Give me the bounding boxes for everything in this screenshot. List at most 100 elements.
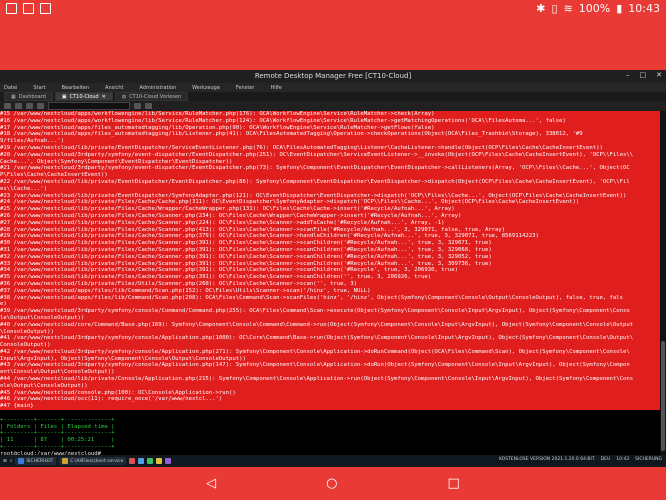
dashboard-icon: ▦ [11,93,16,100]
app-icon[interactable] [147,458,154,464]
terminal-line: #46 /var/www/nextcloud/occ(11): require_… [0,396,660,404]
vibrate-icon: ▯ [551,2,558,15]
terminal-line: #16 /var/www/nextcloud/apps/workflowengi… [0,117,660,125]
terminal-line: e) [0,301,660,309]
terminal-line: #15 /var/www/nextcloud/apps/workflowengi… [0,111,660,118]
terminal-line: #28 /var/www/nextcloud/lib/private/Files… [0,226,660,234]
terminal-line: #43 /var/www/nextcloud/3rdparty/symfony/… [0,362,660,370]
window-title-bar: Remote Desktop Manager Free [CT10-Cloud]… [0,70,666,83]
terminal-line: +---------+-------+--------------+ [0,430,115,437]
terminal-line: #20 /var/www/nextcloud/3rdparty/symfony/… [0,151,660,159]
taskbar-tray: KOSTENLOSE VERSION 2021.1.20.0 64-BIT DE… [499,457,662,462]
terminal-line: #32 /var/www/nextcloud/lib/private/Files… [0,253,660,261]
app-icon[interactable] [138,458,145,464]
back-icon[interactable]: ◁ [206,476,216,491]
maximize-icon[interactable]: □ [640,71,647,79]
terminal-line: #21 /var/www/nextcloud/3rdparty/symfony/… [0,165,660,173]
toolbar-button[interactable] [145,103,152,109]
android-nav-bar: ◁ ○ □ [0,467,666,500]
session-toolbar [0,101,666,111]
tab-ct10-cloud[interactable]: ▣ CT10-Cloud ✕ [54,92,113,101]
terminal-line: #17 /var/www/nextcloud/apps/files_automa… [0,124,660,132]
terminal-line: #36 /var/www/nextcloud/lib/private/Files… [0,280,660,288]
minimize-icon[interactable]: – [626,71,630,79]
windows-taskbar: ⊞ ⌕ SICHERHEIT C:\AllFiles\client.servic… [0,455,666,467]
menu-item-administration[interactable]: Administration [140,85,177,91]
close-tab-icon[interactable]: ✕ [102,94,106,100]
toolbar-button[interactable] [15,103,22,109]
terminal-line: #31 /var/www/nextcloud/lib/private/Files… [0,246,660,254]
menu-item-bearbeiten[interactable]: Bearbeiten [62,85,89,91]
battery-icon: ▮ [616,2,623,15]
terminal-line: 9/files/Aufnah...') [0,138,660,145]
menu-item-ansicht[interactable]: Ansicht [105,85,123,91]
terminal-scrollbar[interactable] [660,111,666,455]
terminal-line: #40 /var/www/nextcloud/core/Command/Base… [0,321,660,329]
tab-label: CT10-Cloud [69,93,99,100]
wifi-icon: ≋ [563,2,573,15]
terminal-line: #25 /var/www/nextcloud/lib/private/Files… [0,206,660,213]
tab-ct10-cloud-vorlesen[interactable]: ◍ CT10-Cloud Vorlesen [114,92,189,101]
terminal-line: #29 /var/www/nextcloud/lib/private/Files… [0,233,660,241]
bluetooth-icon: ✱ [536,2,546,15]
notification-icon [23,3,34,14]
app-icon [18,458,25,464]
status-bar-background [0,18,666,70]
terminal-output[interactable]: #15 /var/www/nextcloud/apps/workflowengi… [0,111,660,455]
terminal-line: #27 /var/www/nextcloud/lib/private/Files… [0,219,660,227]
recents-icon[interactable]: □ [448,476,460,491]
terminal-line: #38 /var/www/nextcloud/apps/files/lib/Co… [0,294,660,302]
toolbar-button[interactable] [37,103,44,109]
app-icon[interactable] [156,458,163,464]
terminal-line: #44 /var/www/nextcloud/lib/private/Conso… [0,376,660,383]
scrollbar-thumb[interactable] [661,341,665,451]
search-icon[interactable]: ⌕ [10,458,13,464]
terminal-line: P\Files\Cache\CacheInsertEvent)) [0,172,660,179]
notification-area [6,3,51,14]
home-icon[interactable]: ○ [326,476,337,491]
toolbar-button[interactable] [134,103,141,109]
taskbar-item-service[interactable]: C:\AllFiles\client.service [59,457,127,465]
menu-item-fenster[interactable]: Fenster [236,85,255,91]
folder-icon [62,458,69,464]
terminal-line: #24 /var/www/nextcloud/lib/private/Files… [0,199,660,207]
toolbar-search-input[interactable] [48,102,130,110]
terminal-line: | Folders | Files | Elapsed time | [0,423,115,430]
terminal-icon: ▣ [61,93,67,100]
tab-dashboard[interactable]: ▦ Dashboard [4,92,53,101]
window-controls: – □ ✕ [626,71,662,79]
app-icon[interactable] [129,458,136,464]
start-icon[interactable]: ⊞ [3,459,7,464]
menu-item-datei[interactable]: Datei [4,85,17,91]
window-title: Remote Desktop Manager Free [CT10-Cloud] [254,72,412,80]
menu-item-start[interactable]: Start [33,85,45,91]
terminal-line: Cache...', Object(Symfony\Component\Even… [0,158,660,166]
globe-icon: ◍ [121,93,127,100]
battery-level: 100% [578,2,611,15]
terminal-line: #47 {main} [0,403,660,411]
toolbar-button[interactable] [26,103,33,109]
menu-item-hilfe[interactable]: Hilfe [270,85,281,91]
close-icon[interactable]: ✕ [656,71,662,79]
terminal-line: #34 /var/www/nextcloud/lib/private/Files… [0,267,660,275]
taskbar-clock[interactable]: 10:43 [616,457,629,462]
terminal-line: #22 /var/www/nextcloud/lib/private/Event… [0,178,660,186]
language-indicator[interactable]: DEU [601,457,611,462]
taskbar-item-security[interactable]: SICHERHEIT [15,457,57,465]
terminal-line: +---------+-------+--------------+ [0,444,115,451]
toolbar-button[interactable] [4,103,11,109]
app-icon[interactable] [165,458,172,464]
terminal-line: | 11 | 87 | 00:25:21 | [0,437,115,444]
terminal-line: ole\Output\ConsoleOutput)) [0,382,660,390]
taskbar-item-label: SICHERHEIT [26,458,54,464]
terminal-line: #26 /var/www/nextcloud/lib/private/Files… [0,212,660,220]
notification-icon [6,3,17,14]
terminal-line: ent\Console\Output\ConsoleOutput)) [0,369,660,377]
terminal-line: #33 /var/www/nextcloud/lib/private/Files… [0,260,660,268]
terminal-line: #30 /var/www/nextcloud/lib/private/Files… [0,240,660,247]
terminal-line: Input\ArgvInput), Object(Symfony\Compone… [0,355,660,363]
tab-label: CT10-Cloud Vorlesen [129,93,182,100]
taskbar-item-label: C:\AllFiles\client.service [70,458,124,464]
menu-item-werkzeuge[interactable]: Werkzeuge [192,85,220,91]
security-label[interactable]: SICHERUNG [635,457,662,462]
